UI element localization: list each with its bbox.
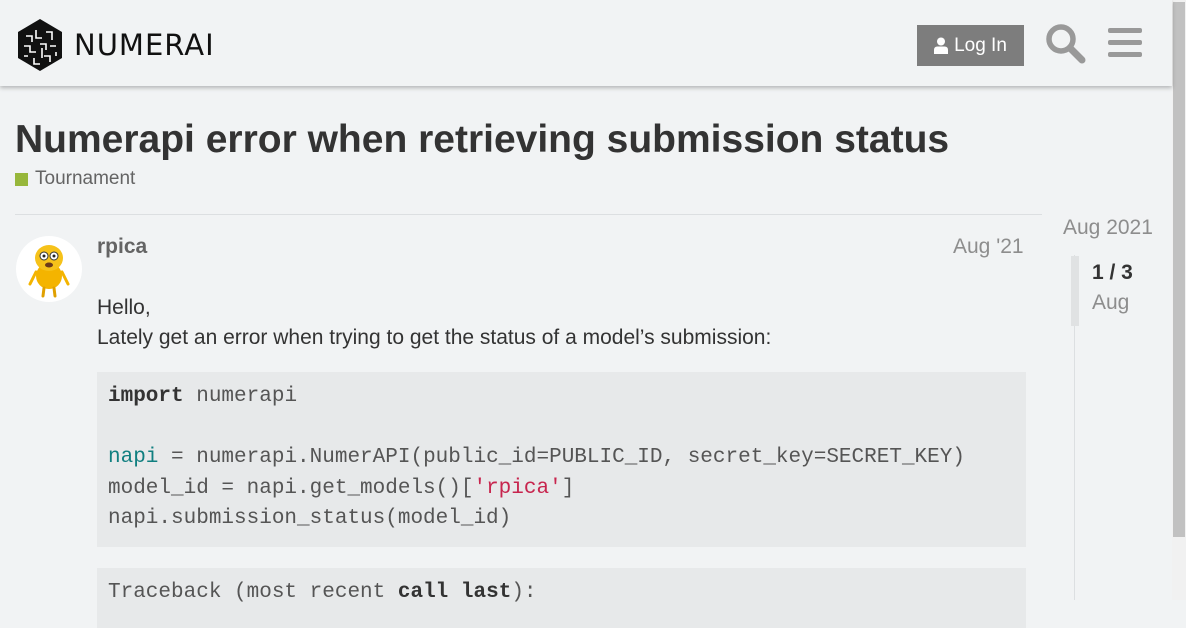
avatar[interactable] [16,236,82,302]
timeline-position: 1 / 3 [1092,261,1133,284]
search-button[interactable] [1044,22,1086,64]
login-button[interactable]: Log In [917,25,1024,66]
post-description: Lately get an error when trying to get t… [97,326,772,349]
post-username[interactable]: rpica [97,235,147,259]
code-line-3: napi = numerapi.NumerAPI(public_id=PUBLI… [108,446,965,469]
login-label: Log In [954,34,1007,56]
code-line-1: import numerapi [108,385,298,408]
timeline-start-date[interactable]: Aug 2021 [1063,216,1153,240]
page-scrollbar-thumb[interactable] [1173,2,1185,537]
divider [15,214,1042,215]
code-line-5: napi.submission_status(model_id) [108,507,512,530]
site-header: NUMERAI Log In [0,0,1172,86]
avatar-image [28,245,70,298]
post-body: Hello, Lately get an error when trying t… [97,293,771,353]
menu-button[interactable] [1106,22,1148,64]
post-greeting: Hello, [97,296,151,319]
hamburger-menu-icon [1108,28,1142,57]
traceback-code-block: Traceback (most recent call last): [97,568,1026,628]
category-badge[interactable]: Tournament [15,168,135,190]
category-label: Tournament [35,168,136,189]
traceback-line-1: Traceback (most recent call last): [108,581,537,604]
category-color-swatch [15,172,28,186]
code-line-4: model_id = napi.get_models()['rpica'] [108,476,575,500]
numerai-logo[interactable]: NUMERAI [16,18,215,72]
code-block: import numerapi napi = numerapi.NumerAPI… [97,372,1026,547]
numerai-logo-icon [18,19,62,71]
brand-name: NUMERAI [74,28,215,62]
post-date[interactable]: Aug '21 [953,235,1024,259]
timeline-scroll-handle[interactable] [1071,256,1079,326]
topic-title[interactable]: Numerapi error when retrieving submissio… [15,118,949,162]
timeline-current-date: Aug [1092,291,1130,314]
user-icon [934,37,949,54]
search-icon [1046,24,1086,64]
